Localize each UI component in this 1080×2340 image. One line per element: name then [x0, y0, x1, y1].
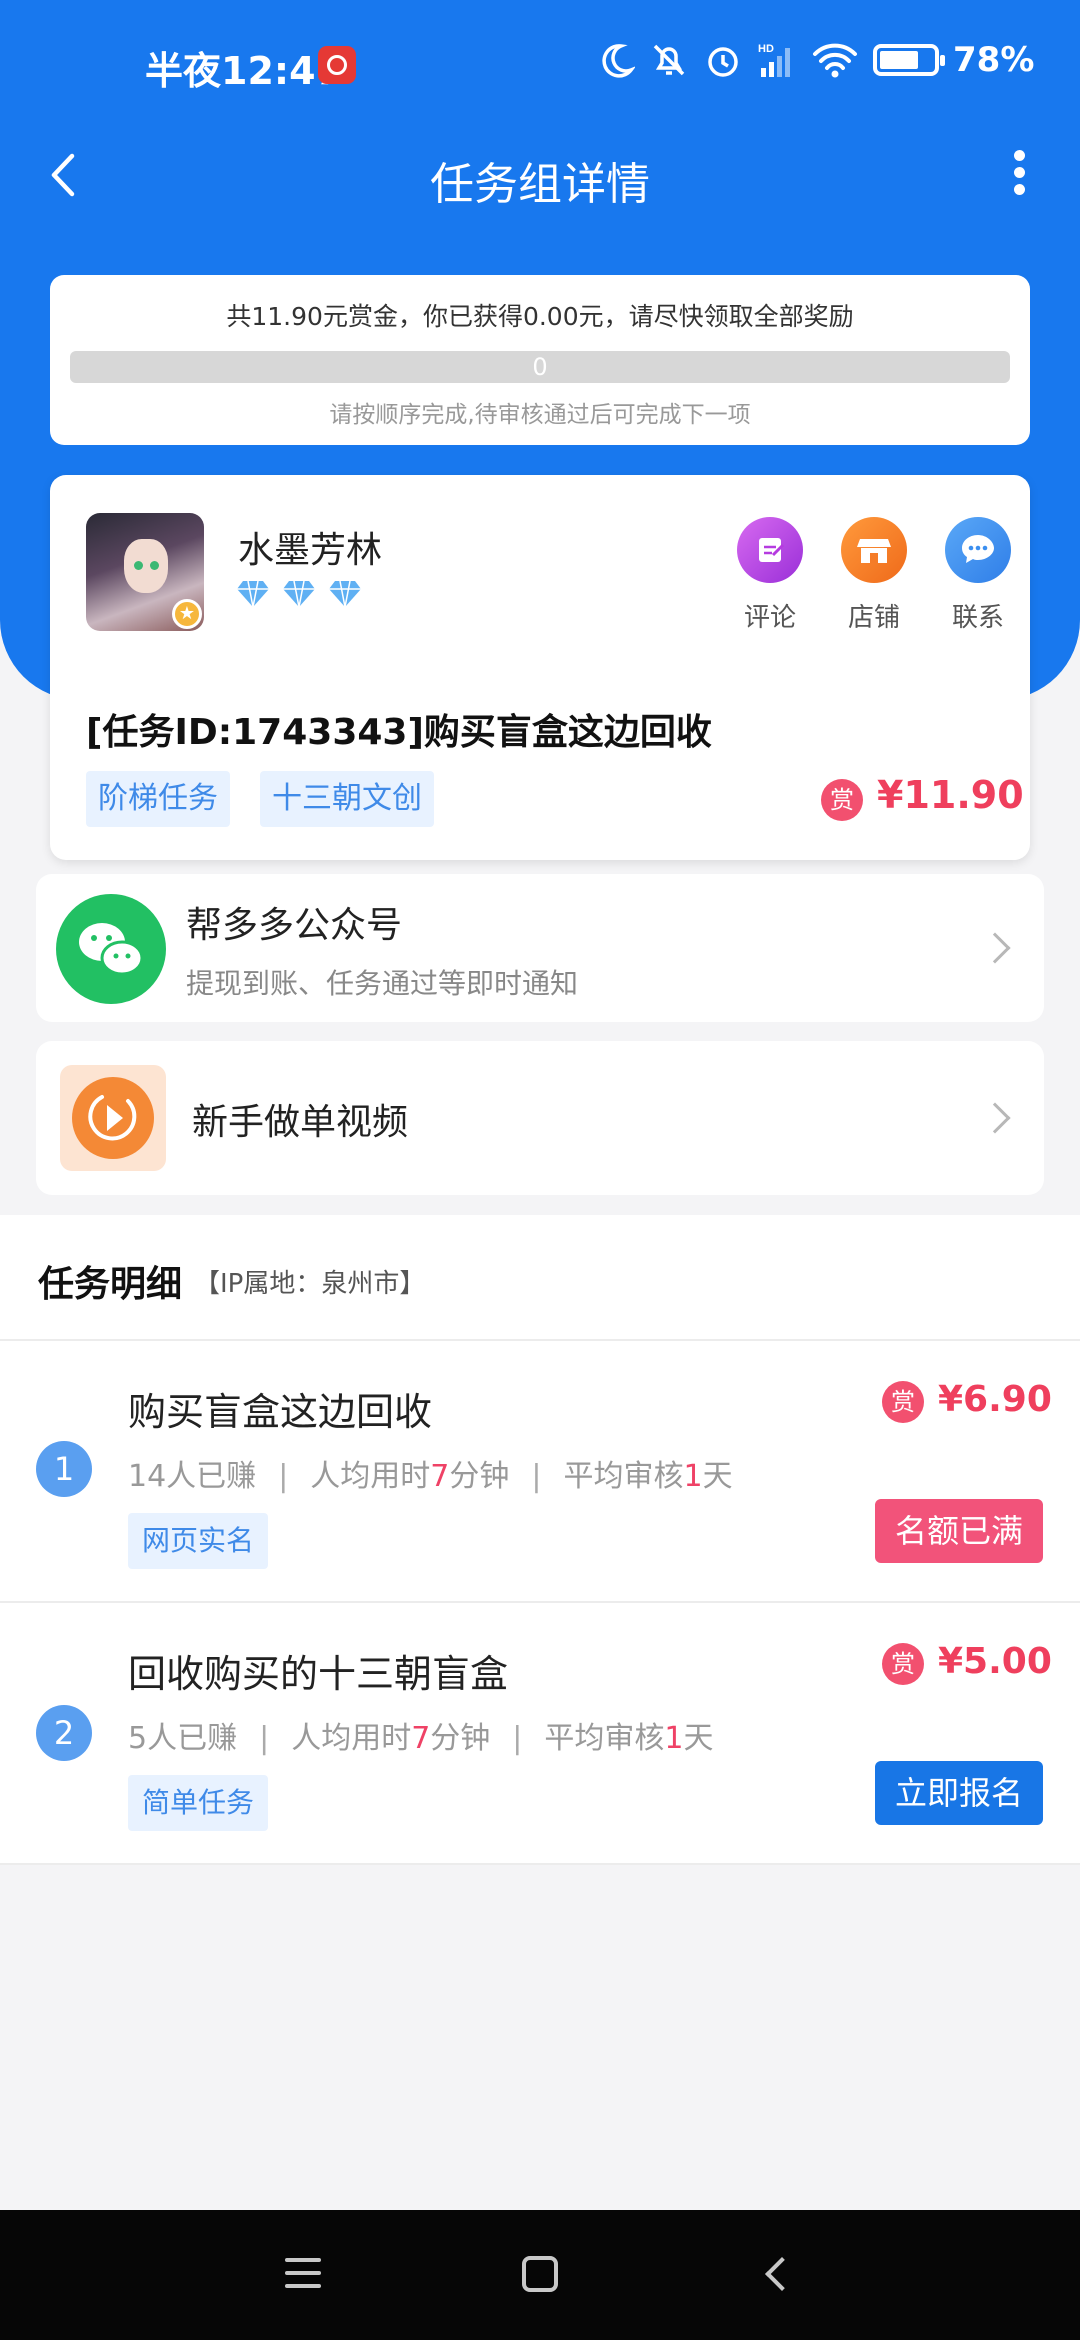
reward-badge-icon: 赏: [821, 779, 863, 821]
step-number: 2: [36, 1705, 92, 1761]
diamond-icon: [283, 580, 315, 608]
contact-button[interactable]: 联系: [928, 517, 1028, 634]
battery-icon: [873, 44, 945, 76]
comment-label: 评论: [743, 603, 796, 633]
task-title: [任务ID:1743343]购买盲盒这边回收: [86, 712, 712, 753]
nav-bar: 任务组详情: [0, 130, 1080, 220]
progress-label: 0: [532, 353, 548, 381]
wifi-icon: [813, 43, 857, 78]
reward-badge-icon: 赏: [882, 1381, 924, 1423]
task-detail-section: 任务明细 【IP属地：泉州市】 1 购买盲盒这边回收 14人已赚 | 人均用时7分钟…: [0, 1215, 1080, 1865]
comment-edit-icon: [737, 517, 803, 583]
star-badge-icon: ★: [172, 599, 202, 629]
ip-location: 【IP属地：泉州市】: [194, 1269, 426, 1299]
system-back-icon[interactable]: [765, 2257, 799, 2291]
subtask-price: ¥6.90: [938, 1379, 1052, 1420]
contact-label: 联系: [951, 603, 1004, 633]
subtask-title: 回收购买的十三朝盲盒: [128, 1652, 509, 1696]
subtask-stats: 14人已赚 | 人均用时7分钟 | 平均审核1天: [128, 1459, 733, 1494]
task-tag-ladder: 阶梯任务: [86, 771, 230, 827]
subtask-price: ¥5.00: [938, 1641, 1052, 1682]
wechat-title: 帮多多公众号: [186, 905, 403, 946]
recent-apps-icon[interactable]: [285, 2258, 321, 2297]
chat-icon: [945, 517, 1011, 583]
diamond-icon: [329, 580, 361, 608]
sign-up-button[interactable]: 立即报名: [875, 1761, 1043, 1825]
notification-app-icon: [318, 46, 356, 84]
home-icon[interactable]: [522, 2256, 558, 2292]
battery-percent: 78%: [953, 40, 1035, 80]
system-nav-bar: [0, 2210, 1080, 2340]
beginner-video-card[interactable]: 新手做单视频: [36, 1041, 1044, 1195]
wechat-account-card[interactable]: 帮多多公众号 提现到账、任务通过等即时通知: [36, 874, 1044, 1022]
store-icon: [841, 517, 907, 583]
reward-hint: 请按顺序完成,待审核通过后可完成下一项: [329, 402, 751, 428]
subtask-tag: 简单任务: [128, 1775, 269, 1831]
subtask-row[interactable]: 1 购买盲盒这边回收 14人已赚 | 人均用时7分钟 | 平均审核1天 网页实名 赏 ¥…: [0, 1341, 1080, 1603]
task-info-card: ★ 水墨芳林 评论 店铺 联系 [任务ID:1743343]购买盲盒这边回收 阶…: [50, 475, 1030, 860]
video-icon: [60, 1065, 166, 1171]
comment-button[interactable]: 评论: [720, 517, 820, 634]
store-button[interactable]: 店铺: [824, 517, 924, 634]
status-icons: HD 78%: [595, 40, 1034, 80]
diamond-icon: [237, 580, 269, 608]
task-total-price: ¥11.90: [877, 773, 1024, 817]
subtask-row[interactable]: 2 回收购买的十三朝盲盒 5人已赚 | 人均用时7分钟 | 平均审核1天 简单任务 赏 …: [0, 1603, 1080, 1865]
subtask-title: 购买盲盒这边回收: [128, 1390, 433, 1434]
svg-text:HD: HD: [758, 43, 774, 55]
subtask-tag: 网页实名: [128, 1513, 269, 1569]
video-title: 新手做单视频: [192, 1102, 409, 1143]
reward-progress-card: 共11.90元赏金，你已获得0.00元，请尽快领取全部奖励 0 请按顺序完成,待…: [50, 275, 1030, 445]
step-number: 1: [36, 1441, 92, 1497]
store-label: 店铺: [847, 603, 900, 633]
reward-summary: 共11.90元赏金，你已获得0.00元，请尽快领取全部奖励: [226, 302, 854, 331]
shop-name[interactable]: 水墨芳林: [238, 521, 382, 573]
more-menu-icon[interactable]: [1004, 150, 1034, 200]
status-bar: 半夜12:47 HD 78%: [0, 0, 1080, 130]
signal-icon: HD: [758, 43, 790, 77]
wechat-subtitle: 提现到账、任务通过等即时通知: [186, 967, 579, 1000]
shop-avatar[interactable]: ★: [86, 513, 204, 631]
chevron-right-icon: [979, 1102, 1011, 1134]
status-time: 半夜12:47: [145, 49, 342, 93]
quota-full-button[interactable]: 名额已满: [875, 1499, 1043, 1563]
wechat-icon: [56, 894, 166, 1004]
alarm-icon: [708, 47, 738, 77]
chevron-right-icon: [979, 932, 1011, 964]
reward-badge-icon: 赏: [882, 1643, 924, 1685]
bell-muted-icon: [653, 44, 685, 76]
reward-progress-bar: 0: [70, 351, 1010, 383]
shop-level-diamonds: [236, 579, 362, 609]
subtask-stats: 5人已赚 | 人均用时7分钟 | 平均审核1天: [128, 1721, 714, 1756]
task-tag-brand: 十三朝文创: [260, 771, 434, 827]
moon-icon: [602, 44, 635, 78]
page-title: 任务组详情: [430, 159, 650, 210]
task-detail-title: 任务明细: [38, 1264, 183, 1305]
task-detail-header: 任务明细 【IP属地：泉州市】: [0, 1215, 1080, 1341]
